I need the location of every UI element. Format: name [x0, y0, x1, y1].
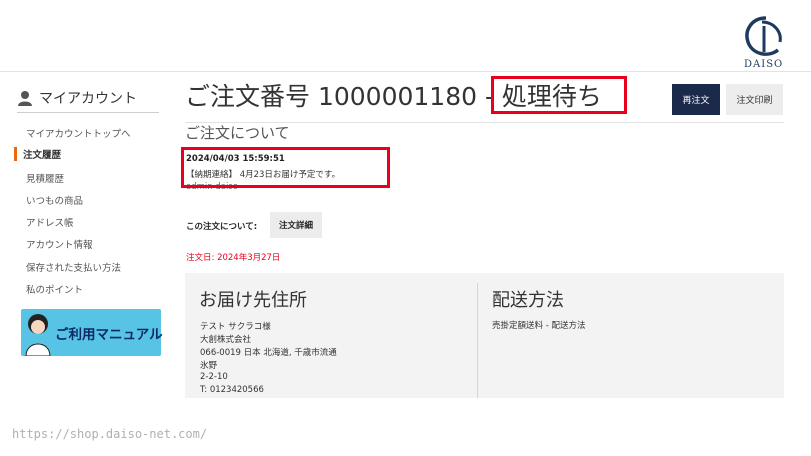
- shipping-method-heading: 配送方法: [492, 290, 564, 311]
- guide-woman-icon: [25, 314, 51, 356]
- shipping-method-value: 売掛定額送料 - 配送方法: [492, 321, 586, 331]
- reorder-button[interactable]: 再注文: [672, 84, 720, 115]
- manual-banner-label: ご利用マニュアル: [55, 327, 163, 343]
- sidebar-divider: [17, 112, 159, 113]
- header-divider: [0, 71, 811, 72]
- address-line: テスト サクラコ様: [200, 322, 271, 332]
- page-url: https://shop.daiso-net.com/: [12, 427, 208, 441]
- sidebar-item-account-top[interactable]: マイアカウントトップへ: [26, 126, 131, 140]
- sidebar-item-saved-payments[interactable]: 保存された支払い方法: [26, 260, 121, 274]
- comment-highlight-box: [181, 147, 390, 188]
- sidebar-item-account-info[interactable]: アカウント情報: [26, 237, 93, 251]
- order-date: 注文日: 2024年3月27日: [186, 253, 281, 263]
- about-order-label: この注文について:: [186, 222, 258, 232]
- sidebar-item-order-history[interactable]: 注文履歴: [14, 147, 61, 161]
- my-account-heading-label: マイアカウント: [39, 91, 137, 107]
- sidebar-item-usual-products[interactable]: いつもの商品: [26, 193, 83, 207]
- sidebar-item-quotes[interactable]: 見積履歴: [26, 171, 64, 185]
- print-order-button[interactable]: 注文印刷: [726, 84, 783, 115]
- sidebar-item-my-points[interactable]: 私のポイント: [26, 282, 83, 296]
- about-order-heading: ご注文について: [185, 124, 290, 142]
- order-number: ご注文番号 1000001180 -: [185, 82, 502, 111]
- address-line: 氷野: [200, 361, 218, 371]
- address-line: 2-2-10: [200, 372, 228, 382]
- logo-text: DAISO: [744, 59, 784, 70]
- status-highlight-box: [491, 76, 627, 114]
- panel-divider: [477, 283, 478, 398]
- shipping-address-heading: お届け先住所: [199, 290, 307, 311]
- address-line: 066-0019 日本 北海道, 千歳市流通: [200, 348, 337, 358]
- address-phone: T: 0123420566: [200, 385, 264, 395]
- user-icon: [18, 91, 32, 106]
- order-detail-button[interactable]: 注文詳細: [270, 212, 322, 238]
- address-line: 大創株式会社: [200, 335, 252, 345]
- sidebar-item-address-book[interactable]: アドレス帳: [26, 215, 74, 229]
- my-account-heading: マイアカウント: [17, 88, 137, 108]
